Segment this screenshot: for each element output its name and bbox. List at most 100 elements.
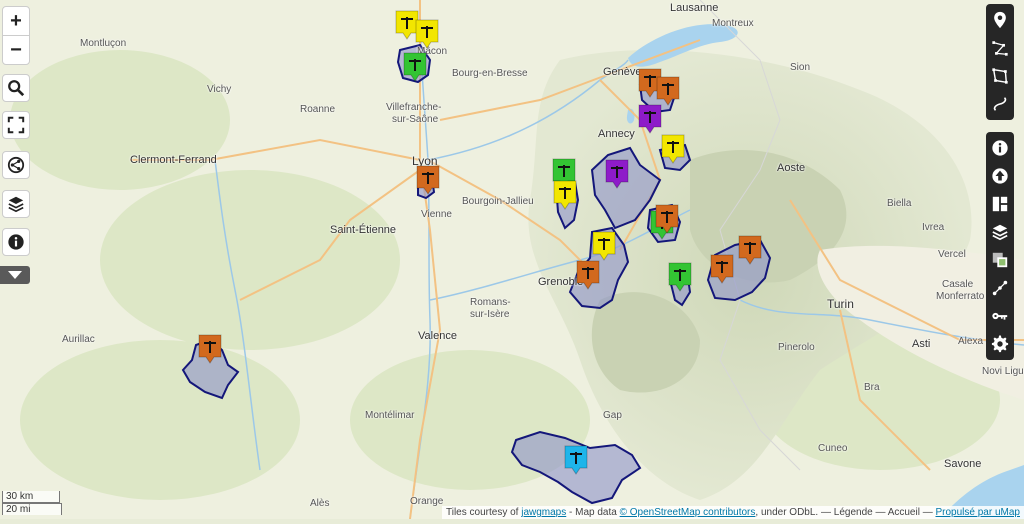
place-label: Bourg-en-Bresse: [452, 68, 528, 79]
map-canvas[interactable]: Lausanne Montreux Montluçon Mâcon Bourg-…: [0, 0, 1024, 520]
place-label: Genève: [603, 66, 642, 78]
map-info-button[interactable]: [986, 134, 1014, 162]
cluster-button[interactable]: [986, 274, 1014, 302]
layout-icon: [992, 196, 1008, 212]
place-label: Bourgoin-Jallieu: [462, 196, 534, 207]
place-label: Alès: [310, 498, 330, 509]
place-label: Villefranche-: [386, 102, 442, 113]
share-button[interactable]: [2, 151, 30, 179]
place-label: Bra: [864, 382, 880, 393]
permissions-button[interactable]: [986, 302, 1014, 330]
place-label: sur-Saône: [392, 114, 439, 125]
share-icon: [7, 156, 25, 174]
layers-button[interactable]: [2, 190, 30, 218]
map-marker-orange[interactable]: [655, 75, 681, 107]
place-label: sur-Isère: [470, 309, 510, 320]
chevron-down-icon: [8, 271, 22, 279]
fullscreen-button[interactable]: [2, 111, 30, 139]
polyline-icon: [992, 41, 1008, 56]
map-marker-yellow[interactable]: [660, 133, 686, 165]
search-button[interactable]: [2, 74, 30, 102]
scale-metric: 30 km: [2, 491, 60, 503]
place-label: Lausanne: [670, 2, 719, 14]
map-marker-purple[interactable]: [604, 158, 630, 190]
map-marker-yellow[interactable]: [552, 179, 578, 211]
layout-button[interactable]: [986, 190, 1014, 218]
place-label: Aurillac: [62, 334, 95, 345]
layers-icon: [992, 224, 1008, 241]
fullscreen-icon: [7, 116, 25, 134]
place-label: Valence: [418, 330, 457, 342]
map-marker-purple[interactable]: [637, 103, 663, 135]
map-marker-orange[interactable]: [737, 234, 763, 266]
map-marker-orange[interactable]: [415, 164, 441, 196]
gear-icon: [991, 335, 1009, 353]
map-marker-orange[interactable]: [575, 259, 601, 291]
scale-imperial: 20 mi: [2, 503, 62, 515]
place-label: Aoste: [777, 162, 806, 174]
place-label: Annecy: [598, 128, 635, 140]
place-label: Saint-Étienne: [330, 224, 397, 236]
map-marker-yellow[interactable]: [414, 18, 440, 50]
import-button[interactable]: [986, 162, 1014, 190]
place-label: Montreux: [712, 18, 754, 29]
place-label: Montluçon: [80, 38, 127, 49]
place-label: Vichy: [207, 84, 232, 95]
osm-link[interactable]: © OpenStreetMap contributors: [620, 507, 756, 518]
place-label: Gap: [603, 410, 622, 421]
draw-polygon-button[interactable]: [986, 62, 1014, 90]
upload-icon: [992, 168, 1008, 184]
place-label: Ivrea: [922, 222, 945, 233]
place-label: Montélimar: [365, 410, 415, 421]
place-label: Vienne: [421, 209, 452, 220]
cluster-icon: [992, 280, 1008, 296]
marker-icon: [994, 11, 1006, 29]
place-label: Pinerolo: [778, 342, 815, 353]
place-label: Turin: [827, 297, 854, 311]
manage-layers-button[interactable]: [986, 218, 1014, 246]
draw-polyline-button[interactable]: [986, 34, 1014, 62]
umap-link[interactable]: Propulsé par uMap: [936, 507, 1021, 518]
attribution: Tiles courtesy of jawgmaps - Map data © …: [442, 506, 1024, 519]
attribution-suffix: , under ODbL. — Légende — Accueil —: [755, 507, 936, 518]
place-label: Clermont-Ferrand: [130, 154, 217, 166]
info-button[interactable]: [2, 228, 30, 256]
zoom-control: + −: [2, 6, 30, 65]
key-icon: [992, 312, 1008, 320]
attribution-prefix: Tiles courtesy of: [446, 507, 522, 518]
place-label: Asti: [912, 338, 931, 350]
place-label: Cuneo: [818, 443, 848, 454]
tiles-icon: [992, 252, 1008, 268]
info-icon: [8, 234, 24, 250]
draw-marker-button[interactable]: [986, 6, 1014, 34]
polygon-icon: [992, 68, 1008, 84]
place-label: Novi Ligure: [982, 366, 1024, 377]
place-label: Orange: [410, 496, 444, 507]
place-label: Alexa: [958, 336, 984, 347]
map-marker-orange[interactable]: [654, 203, 680, 235]
settings-button[interactable]: [986, 330, 1014, 358]
map-marker-green[interactable]: [402, 51, 428, 83]
zoom-out-button[interactable]: −: [3, 35, 29, 64]
info-icon: [992, 140, 1008, 156]
map-marker-orange[interactable]: [197, 333, 223, 365]
place-label: Sion: [790, 62, 811, 73]
settings-toolbar: [986, 132, 1014, 360]
place-label: Savone: [944, 458, 982, 470]
map-marker-yellow[interactable]: [591, 230, 617, 262]
place-label: Roanne: [300, 104, 336, 115]
map-marker-cyan[interactable]: [563, 444, 589, 476]
map-marker-orange[interactable]: [709, 253, 735, 285]
map-marker-green[interactable]: [667, 261, 693, 293]
tilelayer-button[interactable]: [986, 246, 1014, 274]
tiles-link[interactable]: jawgmaps: [521, 507, 566, 518]
search-icon: [8, 80, 25, 97]
collapse-button[interactable]: [0, 266, 30, 284]
place-label: Biella: [887, 198, 912, 209]
place-label: Vercel: [938, 249, 966, 260]
place-label: Casale: [942, 279, 974, 290]
attribution-middle: - Map data: [566, 507, 620, 518]
draw-route-button[interactable]: [986, 90, 1014, 118]
zoom-in-button[interactable]: +: [3, 7, 29, 35]
edit-toolbar: [986, 4, 1014, 120]
